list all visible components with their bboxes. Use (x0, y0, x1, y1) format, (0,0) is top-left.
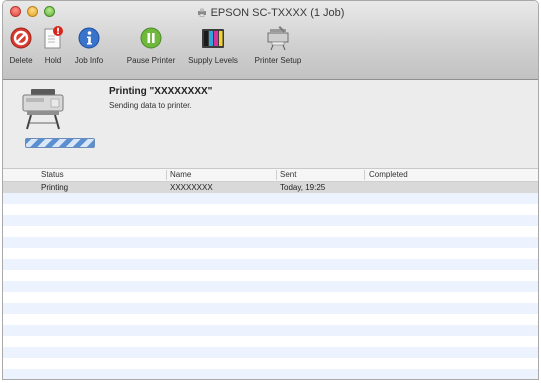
column-header-status[interactable]: Status (41, 170, 64, 180)
empty-row (3, 303, 538, 314)
empty-row (3, 226, 538, 237)
printer-setup-button[interactable]: Printer Setup (252, 25, 304, 75)
delete-label: Delete (9, 56, 33, 65)
printer-small-icon (197, 8, 206, 17)
pause-printer-button[interactable]: Pause Printer (127, 25, 175, 75)
column-separator (364, 170, 365, 180)
empty-row (3, 369, 538, 379)
empty-row (3, 314, 538, 325)
printer-setup-label: Printer Setup (254, 56, 302, 65)
delete-icon (8, 25, 34, 51)
title-bar: EPSON SC-TXXXX (1 Job) Delete Hold Job I… (3, 1, 538, 80)
delete-button[interactable]: Delete (7, 25, 35, 75)
empty-row (3, 204, 538, 215)
supply-levels-label: Supply Levels (188, 56, 238, 65)
empty-row (3, 259, 538, 270)
pause-printer-label: Pause Printer (126, 56, 176, 65)
printer-setup-icon (265, 25, 291, 51)
column-header-sent[interactable]: Sent (280, 170, 296, 180)
supply-levels-button[interactable]: Supply Levels (188, 25, 238, 75)
hold-icon (40, 25, 66, 51)
row-name: XXXXXXXX (170, 183, 213, 192)
progress-bar (25, 138, 95, 148)
empty-row (3, 292, 538, 303)
info-icon (76, 25, 102, 51)
job-status-panel (3, 80, 538, 169)
print-queue-window: EPSON SC-TXXXX (1 Job) Delete Hold Job I… (2, 0, 539, 380)
empty-row (3, 325, 538, 336)
empty-row (3, 270, 538, 281)
supply-levels-icon (200, 25, 226, 51)
empty-row (3, 281, 538, 292)
empty-row (3, 248, 538, 259)
hold-label: Hold (44, 56, 62, 65)
row-sent: Today, 19:25 (280, 183, 326, 192)
job-table-header: Status Name Sent Completed (3, 169, 538, 182)
window-title: EPSON SC-TXXXX (1 Job) (210, 7, 345, 19)
empty-row (3, 347, 538, 358)
column-header-name[interactable]: Name (170, 170, 191, 180)
column-separator (166, 170, 167, 180)
empty-row (3, 336, 538, 347)
job-info-button[interactable]: Job Info (71, 25, 107, 75)
empty-row (3, 237, 538, 248)
empty-row (3, 215, 538, 226)
empty-row (3, 193, 538, 204)
hold-button[interactable]: Hold (37, 25, 69, 75)
job-status-message: Sending data to printer. (109, 101, 192, 110)
window-title-container: EPSON SC-TXXXX (1 Job) (3, 7, 538, 19)
job-table-body: Printing XXXXXXXX Today, 19:25 (3, 182, 538, 379)
column-header-completed[interactable]: Completed (369, 170, 408, 180)
pause-icon (138, 25, 164, 51)
large-format-printer-icon (22, 89, 64, 130)
row-status: Printing (41, 183, 69, 192)
column-separator (276, 170, 277, 180)
table-row[interactable]: Printing XXXXXXXX Today, 19:25 (3, 182, 538, 193)
empty-row (3, 358, 538, 369)
job-status-title: Printing "XXXXXXXX" (109, 86, 213, 97)
job-info-label: Job Info (74, 56, 104, 65)
